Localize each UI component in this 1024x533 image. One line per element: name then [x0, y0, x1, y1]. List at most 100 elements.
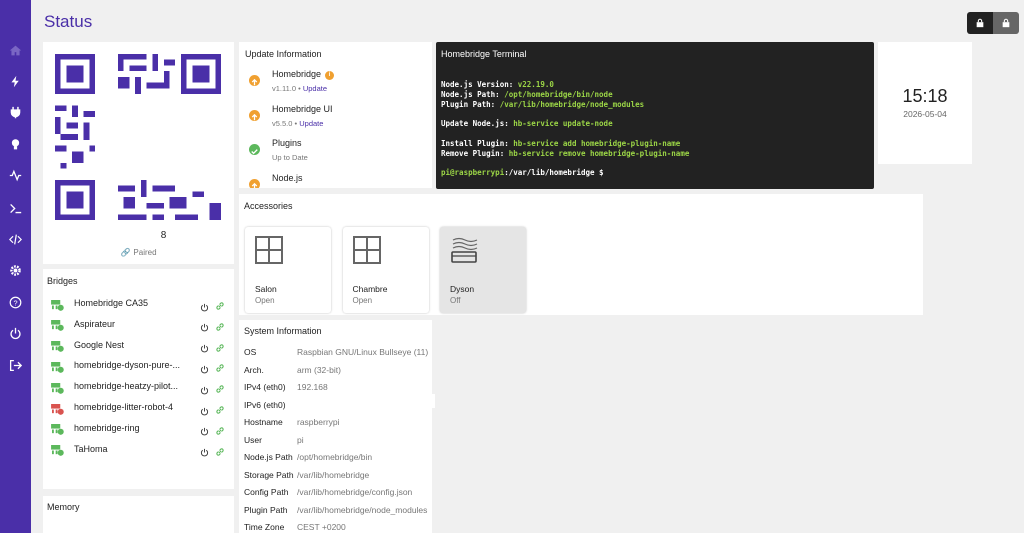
system-info-key: Node.js Path: [244, 452, 293, 462]
bridges-title: Bridges: [47, 276, 78, 286]
nav-help[interactable]: ?: [0, 290, 31, 314]
lock-icon: [976, 18, 984, 28]
link-icon[interactable]: [215, 444, 225, 456]
card-edge: [432, 394, 435, 408]
arrow-up-circle-icon: [249, 109, 260, 121]
accessory-state: Open: [352, 296, 373, 305]
system-info-row: Arch. arm (32-bit): [244, 365, 432, 377]
nav-plugins[interactable]: [0, 100, 31, 124]
qr-code-image: [55, 54, 221, 220]
update-information-widget: Update Information Homebridge i v1.11.0 • …: [239, 42, 432, 188]
system-info-value: /var/lib/homebridge/config.json: [297, 487, 413, 497]
terminal-line: Update Node.js: hb-service update-node: [441, 119, 613, 129]
code-icon: [9, 234, 22, 244]
system-info-row: Hostname raspberrypi: [244, 417, 432, 429]
update-item-name: Node.js: [272, 172, 303, 183]
layout-lock-group: [967, 12, 1019, 34]
update-link[interactable]: Update: [303, 84, 327, 93]
lock-layout-button[interactable]: [967, 12, 993, 34]
logout-icon: [9, 359, 22, 371]
link-icon[interactable]: [215, 298, 225, 310]
accessory-state: Off: [450, 296, 461, 305]
power-icon[interactable]: [200, 340, 209, 353]
update-item-version: Up to Date: [272, 153, 308, 162]
system-info-value: pi: [297, 434, 304, 445]
accessory-tile[interactable]: Dyson Off: [440, 227, 526, 313]
terminal-widget[interactable]: Homebridge Terminal Node.js Version: v22…: [436, 42, 874, 189]
bridge-icon: [51, 443, 64, 456]
system-info-row: User pi: [244, 435, 432, 447]
nav-json-editor[interactable]: [0, 227, 31, 251]
terminal-output[interactable]: Node.js Version: v22.19.0 Node.js Path: /…: [441, 80, 689, 178]
system-info-value: CEST +0200: [297, 522, 346, 532]
memory-title: Memory: [47, 502, 80, 512]
bridge-row[interactable]: homebridge-litter-robot-4: [51, 399, 231, 415]
accessories-title: Accessories: [244, 201, 293, 211]
link-icon: 🔗: [120, 248, 131, 257]
nav-power[interactable]: [0, 321, 31, 345]
accessory-tile[interactable]: Chambre Open: [342, 227, 429, 313]
nav-logout[interactable]: [0, 353, 31, 377]
bridge-icon: [51, 360, 64, 373]
bolt-icon: [11, 75, 19, 87]
system-info-value: /opt/homebridge/bin: [297, 452, 373, 462]
power-icon: [10, 327, 21, 339]
bridge-icon: [51, 339, 64, 352]
system-info-value: raspberrypi: [297, 417, 340, 427]
terminal-line: Plugin Path: /var/lib/homebridge/node_mo…: [441, 99, 645, 109]
pairing-status: 🔗 Paired: [120, 248, 157, 257]
accessory-tile[interactable]: Salon Open: [245, 227, 331, 313]
window-icon: [254, 235, 284, 265]
nav-terminal[interactable]: [0, 196, 31, 220]
power-icon[interactable]: [200, 444, 209, 457]
system-info-key: Plugin Path: [244, 504, 288, 515]
system-info-value: Raspbian GNU/Linux Bullseye (11): [297, 347, 429, 357]
nav-status[interactable]: [0, 38, 31, 62]
nav-settings[interactable]: [0, 258, 31, 282]
bridge-name: TaHoma: [74, 443, 108, 454]
bridge-row[interactable]: homebridge-heatzy-pilot...: [51, 378, 231, 395]
link-icon[interactable]: [215, 360, 225, 373]
power-icon[interactable]: [200, 299, 209, 311]
accessories-widget: Accessories Salon Open Chambre Open Dyson Off: [239, 194, 923, 315]
power-icon[interactable]: [200, 382, 209, 395]
check-circle-icon: [249, 144, 260, 155]
bridge-row[interactable]: homebridge-dyson-pure-...: [51, 357, 231, 374]
system-info-value: arm (32-bit): [297, 364, 341, 375]
gear-icon: [10, 264, 21, 276]
lock-widgets-button[interactable]: [993, 12, 1019, 34]
bridges-widget: Bridges Homebridge CA35 Aspirateur Google …: [43, 269, 234, 489]
update-link[interactable]: Update: [299, 119, 323, 128]
power-icon[interactable]: [200, 319, 209, 332]
link-icon[interactable]: [215, 340, 225, 352]
link-icon[interactable]: [215, 423, 225, 435]
nav-accessories[interactable]: [0, 69, 31, 93]
system-info-row: IPv6 (eth0): [244, 400, 432, 412]
nav-config[interactable]: [0, 132, 31, 156]
system-info-key: Hostname: [244, 417, 283, 427]
power-icon[interactable]: [200, 423, 209, 436]
air-purifier-icon: [449, 235, 479, 265]
bridge-name: Google Nest: [74, 339, 125, 350]
bridge-icon: [51, 422, 64, 436]
bridge-name: homebridge-litter-robot-4: [74, 402, 174, 412]
link-icon[interactable]: [215, 319, 225, 331]
bridge-row[interactable]: TaHoma: [51, 441, 231, 457]
terminal-line: Node.js Path: /opt/homebridge/bin/node: [441, 89, 613, 99]
power-icon[interactable]: [200, 403, 209, 415]
bridge-row[interactable]: homebridge-ring: [51, 420, 231, 436]
system-info-value: /var/lib/homebridge: [297, 469, 370, 480]
bridge-row[interactable]: Homebridge CA35: [51, 295, 231, 311]
terminal-title: Homebridge Terminal: [441, 49, 527, 59]
bridge-row[interactable]: Google Nest: [51, 337, 231, 353]
nav-logs[interactable]: [0, 163, 31, 187]
update-item-name: Plugins: [272, 138, 302, 148]
link-icon[interactable]: [215, 402, 225, 414]
power-icon[interactable]: [200, 361, 209, 374]
info-icon[interactable]: i: [325, 71, 335, 80]
accessory-name: Chambre: [352, 284, 388, 294]
link-icon[interactable]: [215, 381, 225, 393]
bridge-row[interactable]: Aspirateur: [51, 316, 231, 332]
